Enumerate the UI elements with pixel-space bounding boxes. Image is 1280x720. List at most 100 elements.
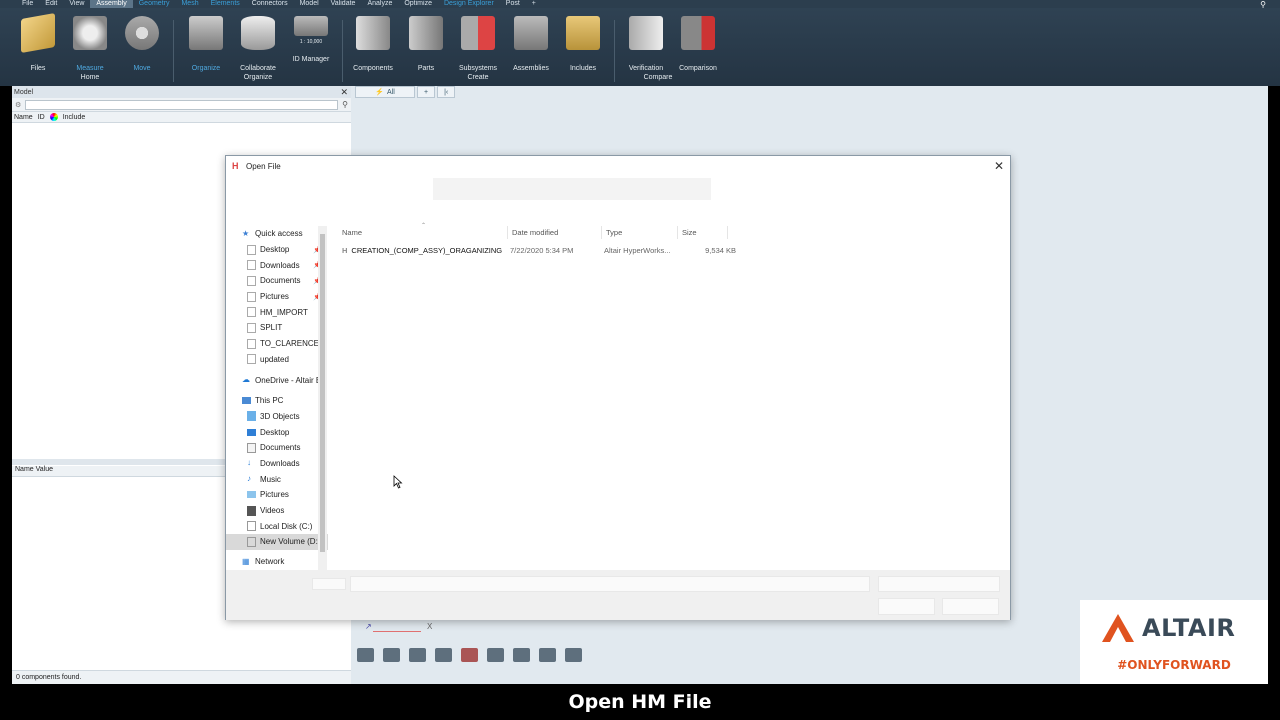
column-type[interactable]: Type — [602, 226, 678, 239]
nav-item-new-volume-d[interactable]: New Volume (D: — [226, 534, 328, 550]
view-fit-icon[interactable] — [357, 648, 374, 662]
tab-add[interactable]: + — [417, 86, 436, 98]
menu-validate[interactable]: Validate — [325, 0, 362, 8]
filter-icon[interactable]: ⚙ — [15, 101, 21, 109]
menu-view[interactable]: View — [63, 0, 90, 8]
menu-add-tab[interactable]: + — [526, 0, 542, 8]
lightning-icon: ⚡ — [375, 89, 384, 96]
verification-button[interactable]: Verification Compare — [618, 16, 674, 82]
comparison-button[interactable]: Comparison — [670, 16, 726, 73]
model-browser-header: Model ✕ — [12, 86, 351, 98]
nav-item-videos[interactable]: Videos — [226, 503, 328, 519]
file-row[interactable]: H CREATION_(COMP_ASSY)_ORAGANIZING 7/22/2… — [338, 244, 736, 257]
parts-button[interactable]: Parts — [398, 16, 454, 73]
nav-item-documents[interactable]: Documents📌 — [226, 273, 328, 289]
nav-item-to-clarence[interactable]: TO_CLARENCE — [226, 336, 328, 352]
close-icon[interactable]: ✕ — [994, 159, 1004, 173]
model-search-input[interactable] — [25, 99, 339, 110]
menu-file[interactable]: File — [16, 0, 39, 8]
includes-button[interactable]: Includes — [555, 16, 611, 73]
menu-assembly[interactable]: Assembly — [90, 0, 133, 8]
nav-item-desktop[interactable]: Desktop📌 — [226, 242, 328, 258]
move-icon — [125, 16, 159, 50]
axis-x-label: X — [427, 622, 433, 631]
id-manager-button[interactable]: 1 : 10,000 ID Manager — [283, 16, 339, 64]
file-type-select[interactable] — [878, 576, 1000, 592]
nav-quick-access[interactable]: ★ Quick access — [226, 226, 328, 242]
cancel-button[interactable] — [942, 598, 999, 615]
altair-logo: ALTAIR #ONLYFORWARD — [1080, 600, 1268, 685]
menu-edit[interactable]: Edit — [39, 0, 63, 8]
cube-view-icon[interactable] — [435, 648, 452, 662]
folder-icon — [247, 260, 256, 271]
altair-logo-icon — [1102, 614, 1134, 642]
nav-item-local-disk-c[interactable]: Local Disk (C:) — [226, 518, 328, 534]
file-size: 9,534 KB — [705, 246, 736, 255]
open-button[interactable] — [878, 598, 935, 615]
column-name[interactable]: Name — [14, 114, 33, 121]
collaborate-button[interactable]: Collaborate Organize — [230, 16, 286, 82]
dialog-footer — [226, 570, 1010, 620]
tab-all[interactable]: ⚡ All — [355, 86, 415, 98]
nav-item-pc-pictures[interactable]: Pictures — [226, 487, 328, 503]
nav-item-pictures[interactable]: Pictures📌 — [226, 289, 328, 305]
components-button[interactable]: Components — [345, 16, 401, 73]
computer-icon — [242, 397, 251, 405]
model-search-bar: ⚙ ⚲ — [12, 98, 351, 111]
menu-geometry[interactable]: Geometry — [133, 0, 176, 8]
nav-item-hm-import[interactable]: HM_IMPORT — [226, 304, 328, 320]
lock-icon[interactable] — [565, 648, 582, 662]
menu-elements[interactable]: Elements — [205, 0, 246, 8]
nav-onedrive[interactable]: ☁ OneDrive - Altair E — [226, 372, 328, 388]
video-caption: Open HM File — [0, 684, 1280, 720]
component-view-icon[interactable] — [461, 648, 478, 662]
nav-item-pc-documents[interactable]: Documents — [226, 440, 328, 456]
files-button[interactable]: Files — [10, 13, 66, 73]
address-bar[interactable] — [433, 178, 711, 200]
tab-collapse[interactable]: |‹ — [437, 86, 456, 98]
nav-network[interactable]: ▦ Network — [226, 554, 328, 570]
column-date-modified[interactable]: Date modified — [508, 226, 602, 239]
axis-view-icon[interactable] — [487, 648, 504, 662]
menu-optimize[interactable]: Optimize — [398, 0, 438, 8]
nav-item-pc-downloads[interactable]: ↓ Downloads — [226, 456, 328, 472]
nav-this-pc[interactable]: This PC — [226, 393, 328, 409]
move-button[interactable]: Move — [114, 16, 170, 73]
file-name-input[interactable] — [350, 576, 870, 592]
model-columns: Name ID Include — [12, 111, 351, 123]
menu-connectors[interactable]: Connectors — [246, 0, 294, 8]
nav-scroll-thumb[interactable] — [320, 234, 325, 552]
column-id[interactable]: ID — [38, 114, 45, 121]
nav-item-3d-objects[interactable]: 3D Objects — [226, 409, 328, 425]
nav-item-updated[interactable]: updated — [226, 352, 328, 368]
nav-item-split[interactable]: SPLIT — [226, 320, 328, 336]
axis-triad: ↗ X — [365, 622, 432, 632]
column-size[interactable]: Size — [678, 226, 728, 239]
close-icon[interactable]: ✕ — [340, 87, 348, 98]
column-include[interactable]: Include — [63, 114, 86, 121]
ribbon-toolbar: Files Measure Home Move Organize Collabo… — [0, 8, 1280, 86]
3d-objects-icon — [247, 411, 256, 422]
menu-post[interactable]: Post — [500, 0, 526, 8]
menu-model[interactable]: Model — [294, 0, 325, 8]
search-icon[interactable]: ⚲ — [342, 100, 348, 109]
subsystems-button[interactable]: Subsystems Create — [450, 16, 506, 82]
nav-item-downloads[interactable]: Downloads📌 — [226, 257, 328, 273]
nav-item-music[interactable]: ♪ Music — [226, 471, 328, 487]
nav-item-pc-desktop[interactable]: Desktop — [226, 424, 328, 440]
menu-mesh[interactable]: Mesh — [175, 0, 204, 8]
navigation-pane: ★Quick access Desktop📌 Downloads📌 Docume… — [226, 226, 328, 571]
nav-scrollbar[interactable] — [318, 226, 327, 571]
view-iso-icon[interactable] — [383, 648, 400, 662]
mesh-view-icon[interactable] — [539, 648, 556, 662]
menu-design-explorer[interactable]: Design Explorer — [438, 0, 500, 8]
ribbon-separator — [342, 20, 343, 82]
id-manager-icon — [294, 16, 328, 36]
assemblies-button[interactable]: Assemblies — [503, 16, 559, 73]
measure-button[interactable]: Measure Home — [62, 16, 118, 82]
zoom-icon[interactable] — [513, 648, 530, 662]
rotate-icon[interactable] — [409, 648, 426, 662]
organize-button[interactable]: Organize — [178, 16, 234, 73]
mouse-cursor-icon — [393, 475, 403, 489]
menu-analyze[interactable]: Analyze — [361, 0, 398, 8]
